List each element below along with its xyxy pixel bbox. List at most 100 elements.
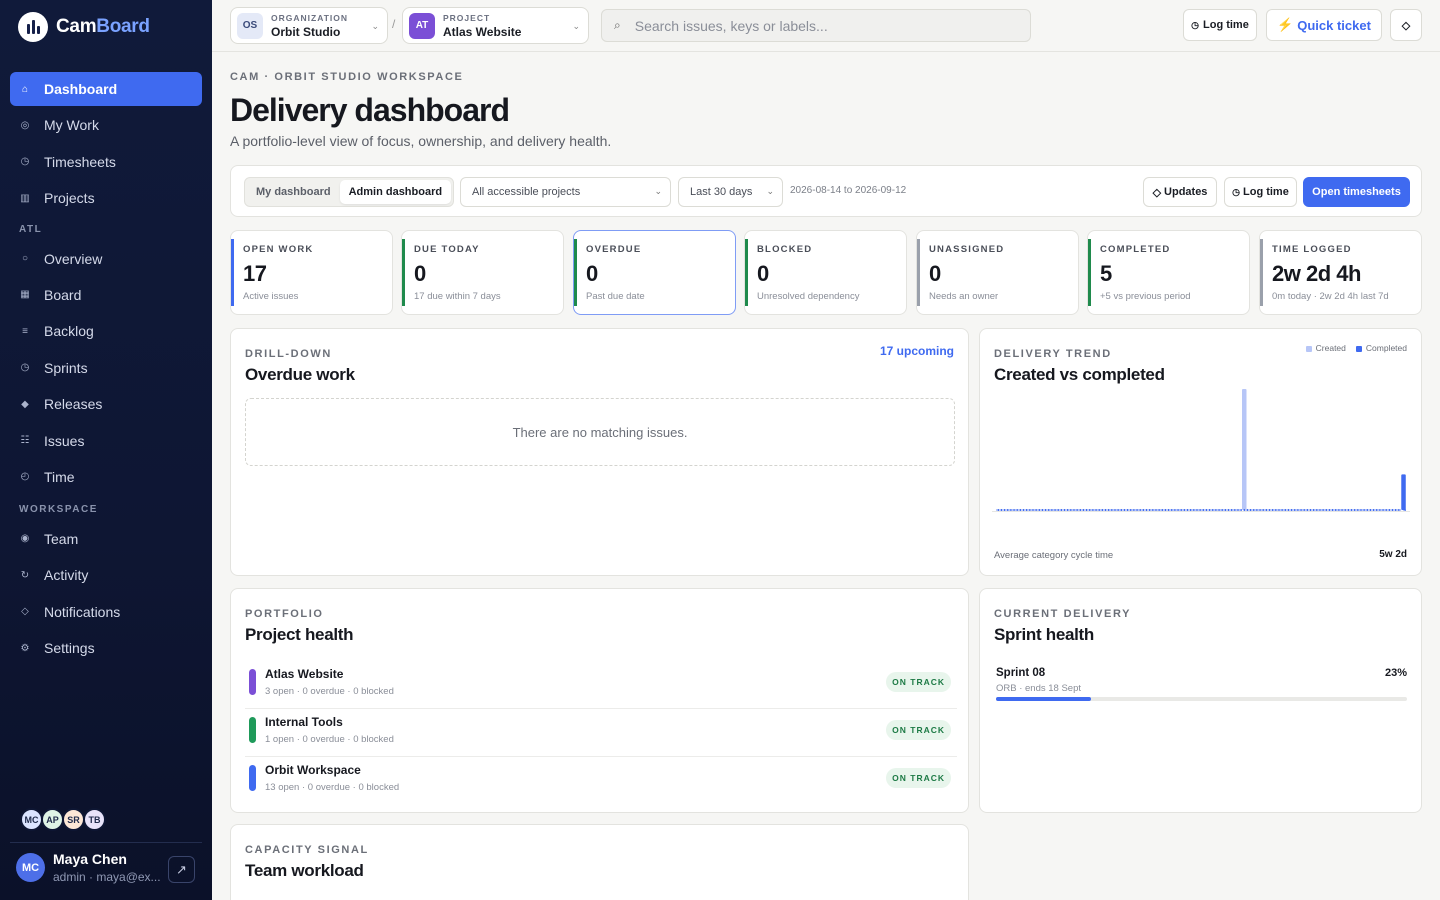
sidebar-item-dashboard[interactable]: ⌂ Dashboard <box>10 72 202 106</box>
created-bar <box>1194 509 1197 511</box>
project-scope-select[interactable]: All accessible projects ⌄ <box>460 177 671 207</box>
project-meta: 3 open · 0 overdue · 0 blocked <box>265 686 394 697</box>
sidebar-item-activity[interactable]: ↻ Activity <box>10 558 202 592</box>
chevron-down-icon: ⌄ <box>572 21 580 31</box>
completed-bar <box>1167 509 1170 511</box>
completed-bar <box>1003 509 1006 511</box>
kpi-value: 2w 2d 4h <box>1272 261 1361 286</box>
created-bar <box>1178 509 1181 511</box>
project-badge: AT <box>409 12 435 39</box>
created-bar <box>1358 509 1361 511</box>
kpi-value: 0 <box>586 261 598 286</box>
search-box[interactable]: ⌕ <box>601 9 1031 42</box>
sidebar-item-my-work[interactable]: ◎ My Work <box>10 108 202 142</box>
created-bar <box>1156 509 1159 511</box>
completed-bar <box>1041 509 1044 511</box>
sidebar-item-notifications[interactable]: ◇ Notifications <box>10 595 202 629</box>
app-logo[interactable]: CamBoard <box>18 12 150 42</box>
created-bar <box>1147 509 1149 511</box>
gear-icon: ⚙ <box>20 642 30 654</box>
completed-bar <box>1126 509 1129 511</box>
sidebar-item-issues[interactable]: ☷ Issues <box>10 424 202 458</box>
kpi-card-blocked[interactable]: BLOCKED 0 Unresolved dependency <box>744 230 907 315</box>
trend-title: Created vs completed <box>994 365 1165 384</box>
sidebar-item-time[interactable]: ◴ Time <box>10 460 202 494</box>
kpi-card-overdue[interactable]: OVERDUE 0 Past due date <box>573 230 736 315</box>
sidebar-item-label: Dashboard <box>44 81 118 97</box>
created-bar <box>1043 509 1045 511</box>
created-bar <box>1144 509 1146 511</box>
filter-log-time-button[interactable]: ◷ Log time <box>1224 177 1297 207</box>
completed-bar <box>1325 509 1327 511</box>
completed-bar <box>1401 474 1406 510</box>
upcoming-link[interactable]: 17 upcoming <box>880 344 954 358</box>
target-icon: ◎ <box>20 119 30 131</box>
theme-toggle-button[interactable]: ◇ <box>1390 9 1422 41</box>
created-bar <box>1242 389 1247 510</box>
team-avatar[interactable]: TB <box>83 808 106 831</box>
completed-bar <box>1312 509 1315 511</box>
completed-bar <box>1341 509 1343 511</box>
created-bar <box>1229 509 1231 511</box>
sidebar-item-settings[interactable]: ⚙ Settings <box>10 631 202 665</box>
created-bar <box>1396 509 1398 511</box>
tab-admin-dashboard[interactable]: Admin dashboard <box>339 180 452 204</box>
sidebar-item-overview[interactable]: ○ Overview <box>10 242 202 276</box>
created-bar <box>1352 509 1354 511</box>
quick-ticket-button[interactable]: ⚡ Quick ticket <box>1266 9 1382 41</box>
sidebar-item-backlog[interactable]: ≡ Backlog <box>10 314 202 348</box>
completed-bar <box>1262 509 1264 511</box>
team-avatar[interactable]: AP <box>41 808 64 831</box>
kpi-card-time-logged[interactable]: TIME LOGGED 2w 2d 4h 0m today · 2w 2d 4h l… <box>1259 230 1422 315</box>
kpi-card-unassigned[interactable]: UNASSIGNED 0 Needs an owner <box>916 230 1079 315</box>
sidebar-item-board[interactable]: ▦ Board <box>10 278 202 312</box>
log-time-button[interactable]: ◷ Log time <box>1183 9 1257 41</box>
created-bar <box>1128 509 1130 511</box>
updates-button[interactable]: ◇ Updates <box>1143 177 1217 207</box>
sidebar-group-label: WORKSPACE <box>19 504 98 516</box>
created-bar <box>1342 509 1345 511</box>
created-bar <box>1021 509 1023 511</box>
sidebar-item-timesheets[interactable]: ◷ Timesheets <box>10 145 202 179</box>
created-bar <box>1037 509 1039 511</box>
created-bar <box>1109 509 1111 511</box>
project-row[interactable]: Atlas Website 3 open · 0 overdue · 0 bloc… <box>245 661 957 709</box>
kpi-label: COMPLETED <box>1100 244 1171 255</box>
completed-bar <box>1107 509 1110 511</box>
created-bar <box>1383 509 1386 511</box>
sidebar-item-team[interactable]: ◉ Team <box>10 522 202 556</box>
completed-bar <box>1095 509 1097 511</box>
created-bar <box>1226 509 1228 511</box>
search-input[interactable] <box>634 17 1005 34</box>
user-profile[interactable]: MC Maya Chen admin · maya@ex... <box>16 851 163 884</box>
period-value: Last 30 days <box>690 186 753 198</box>
project-row[interactable]: Internal Tools 1 open · 0 overdue · 0 blo… <box>245 709 957 757</box>
completed-bar <box>1394 509 1397 511</box>
team-avatar[interactable]: MC <box>20 808 43 831</box>
team-avatar[interactable]: SR <box>62 808 85 831</box>
kpi-card-due-today[interactable]: DUE TODAY 0 17 due within 7 days <box>401 230 564 315</box>
sidebar-item-label: Activity <box>44 567 89 584</box>
sign-out-button[interactable]: ↗ <box>168 856 195 883</box>
created-bar <box>1320 509 1323 511</box>
created-bar <box>1380 509 1383 511</box>
created-bar <box>1267 509 1269 511</box>
sidebar-item-releases[interactable]: ◆ Releases <box>10 387 202 421</box>
period-select[interactable]: Last 30 days ⌄ <box>678 177 783 207</box>
tab-my-dashboard[interactable]: My dashboard <box>247 180 340 204</box>
completed-bar <box>1177 509 1179 511</box>
completed-bar <box>1076 509 1078 511</box>
organization-selector[interactable]: OS ORGANIZATION Orbit Studio ⌄ <box>230 7 388 44</box>
sidebar-item-projects[interactable]: ▥ Projects <box>10 181 202 215</box>
created-bar <box>1182 509 1184 511</box>
kpi-card-completed[interactable]: COMPLETED 5 +5 vs previous period <box>1087 230 1250 315</box>
sprint-name[interactable]: Sprint 08 <box>996 667 1045 679</box>
project-row[interactable]: Orbit Workspace 13 open · 0 overdue · 0 b… <box>245 757 957 805</box>
project-selector[interactable]: AT PROJECT Atlas Website ⌄ <box>402 7 589 44</box>
kpi-card-open-work[interactable]: OPEN WORK 17 Active issues <box>230 230 393 315</box>
sidebar-item-sprints[interactable]: ◷ Sprints <box>10 351 202 385</box>
open-timesheets-button[interactable]: Open timesheets <box>1303 177 1410 207</box>
created-bar <box>1295 509 1298 511</box>
completed-bar <box>1054 509 1056 511</box>
completed-bar <box>1256 509 1258 511</box>
